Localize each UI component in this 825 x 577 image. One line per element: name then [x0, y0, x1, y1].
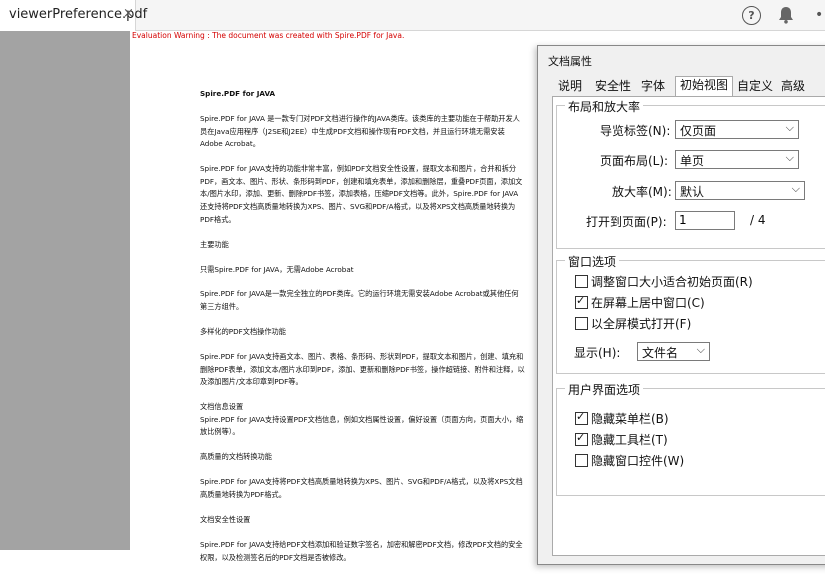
chevron-down-icon: ⌵ [785, 151, 794, 164]
chevron-down-icon: ⌵ [791, 182, 800, 195]
hide-window-controls-label: 隐藏窗口控件(W) [591, 454, 685, 468]
bell-icon[interactable] [778, 6, 794, 24]
navigation-tab-label: 导览标签(N): [600, 124, 671, 138]
resize-window-label: 调整窗口大小适合初始页面(R) [591, 275, 753, 289]
document-paragraph: 高质量的文档转换功能 [200, 452, 272, 462]
tab-initial-view[interactable]: 初始视图 [675, 76, 733, 97]
hide-toolbar-label: 隐藏工具栏(T) [591, 433, 668, 447]
hide-window-controls-checkbox[interactable] [575, 454, 588, 467]
title-bar: viewerPreference.pdf × ? • [0, 0, 825, 31]
tab-description[interactable]: 说明 [555, 78, 585, 95]
fullscreen-checkbox[interactable] [575, 317, 588, 330]
document-paragraph: 主要功能 [200, 239, 229, 249]
document-paragraph: 只需Spire.PDF for JAVA，无需Adobe Acrobat [200, 264, 354, 274]
group-title: 窗口选项 [565, 253, 620, 270]
chevron-down-icon: ⌵ [696, 343, 705, 356]
open-to-page-input[interactable]: 1 [675, 211, 735, 230]
document-paragraph: Spire.PDF for JAVA支持给PDF文档添加和验证数字签名，加密和解… [200, 539, 523, 562]
tab-advanced[interactable]: 高级 [778, 78, 808, 95]
help-icon[interactable]: ? [742, 6, 761, 25]
hide-menubar-label: 隐藏菜单栏(B) [591, 412, 669, 426]
page-layout-label: 页面布局(L): [600, 154, 669, 168]
navigation-tab-value: 仅页面 [680, 124, 717, 138]
window-options-group: 窗口选项 调整窗口大小适合初始页面(R) 在屏幕上居中窗口(C) 以全屏模式打开… [556, 253, 825, 374]
viewer-gutter [0, 31, 130, 550]
show-select[interactable]: 文件名 ⌵ [637, 342, 710, 361]
evaluation-warning: Evaluation Warning : The document was cr… [132, 31, 405, 40]
document-paragraph: Spire.PDF for JAVA [200, 89, 276, 98]
zoom-label: 放大率(M): [612, 185, 672, 199]
document-properties-dialog: 文档属性 说明 安全性 字体 初始视图 自定义 高级 布局和放大率 导览标签(N… [537, 45, 825, 565]
document-paragraph: Spire.PDF for JAVA支持将PDF文档高质量地转换为XPS、图片、… [200, 477, 523, 499]
show-value: 文件名 [642, 346, 679, 360]
document-paragraph: 文档安全性设置 [200, 514, 251, 524]
navigation-tab-select[interactable]: 仅页面 ⌵ [675, 120, 799, 139]
document-paragraph: Spire.PDF for JAVA支持的功能非常丰富，例如PDF文档安全性设置… [200, 164, 523, 224]
resize-window-checkbox[interactable] [575, 275, 588, 288]
close-icon[interactable]: × [123, 6, 134, 21]
more-options-icon[interactable]: • [815, 7, 823, 23]
initial-view-panel: 布局和放大率 导览标签(N): 仅页面 ⌵ 页面布局(L): 单页 ⌵ 放大率(… [552, 96, 825, 556]
fullscreen-label: 以全屏模式打开(F) [591, 317, 692, 331]
document-paragraph: 文档信息设置 Spire.PDF for JAVA支持设置PDF文档信息，例如文… [200, 402, 524, 437]
document-paragraph: Spire.PDF for JAVA 是一款专门对PDF文档进行操作的JAVA类… [200, 113, 520, 149]
chevron-down-icon: ⌵ [785, 121, 794, 134]
document-paragraph: 多样化的PDF文档操作功能 [200, 327, 286, 337]
group-title: 布局和放大率 [565, 98, 644, 115]
zoom-value: 默认 [680, 185, 705, 199]
document-paragraph: Spire.PDF for JAVA支持画文本、图片、表格、条形码、形状到PDF… [200, 352, 525, 387]
page-layout-select[interactable]: 单页 ⌵ [675, 150, 799, 169]
tab-security[interactable]: 安全性 [592, 78, 634, 95]
document-body: Spire.PDF for JAVA Spire.PDF for JAVA 是一款… [200, 88, 525, 577]
hide-menubar-checkbox[interactable] [575, 410, 588, 425]
center-window-checkbox[interactable] [575, 294, 588, 309]
center-window-label: 在屏幕上居中窗口(C) [591, 296, 705, 310]
dialog-title: 文档属性 [548, 55, 592, 68]
zoom-select[interactable]: 默认 ⌵ [675, 181, 805, 200]
show-label: 显示(H): [574, 346, 621, 360]
open-to-page-label: 打开到页面(P): [586, 215, 667, 229]
tab-fonts[interactable]: 字体 [638, 78, 668, 95]
document-tab[interactable]: viewerPreference.pdf × [0, 0, 147, 31]
group-title: 用户界面选项 [565, 381, 644, 398]
page-total: / 4 [750, 213, 766, 227]
tab-custom[interactable]: 自定义 [734, 78, 776, 95]
hide-toolbar-checkbox[interactable] [575, 431, 588, 446]
document-paragraph: Spire.PDF for JAVA是一款完全独立的PDF类库。它的运行环境无需… [200, 289, 519, 312]
layout-zoom-group: 布局和放大率 导览标签(N): 仅页面 ⌵ 页面布局(L): 单页 ⌵ 放大率(… [556, 98, 825, 249]
page-layout-value: 单页 [680, 154, 705, 168]
ui-options-group: 用户界面选项 隐藏菜单栏(B) 隐藏工具栏(T) 隐藏窗口控件(W) [556, 381, 825, 496]
